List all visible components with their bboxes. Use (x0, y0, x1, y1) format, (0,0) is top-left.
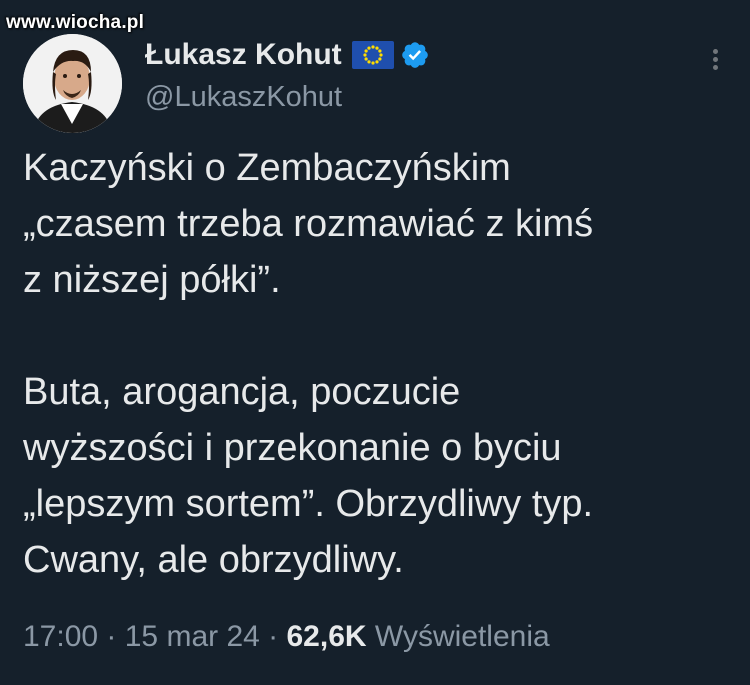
tweet-paragraph-1: Kaczyński o Zembaczyńskim „czasem trzeba… (23, 147, 594, 301)
views-label: Wyświetlenia (374, 620, 550, 653)
tweet-time[interactable]: 17:00 (23, 620, 98, 653)
tweet-paragraph-2: Buta, arogancja, poczucie wyższości i pr… (23, 371, 594, 581)
meta-separator: · (98, 620, 125, 653)
name-row: Łukasz Kohut (145, 38, 430, 72)
avatar-image (23, 34, 122, 133)
tweet-text: Kaczyński o Zembaczyńskim „czasem trzeba… (23, 140, 733, 588)
eu-flag-icon (351, 41, 394, 69)
tweet-date[interactable]: 15 mar 24 (125, 620, 260, 653)
author-name[interactable]: Łukasz Kohut (145, 38, 342, 72)
meta-separator: · (259, 620, 287, 653)
tweet-meta: 17:00 · 15 mar 24 · 62,6K Wyświetlenia (23, 620, 550, 654)
views-count[interactable]: 62,6K (287, 620, 367, 653)
tweet-header: Łukasz Kohut @LukaszKohut (23, 28, 730, 133)
author-handle[interactable]: @LukaszKohut (145, 81, 342, 114)
more-options-icon[interactable] (710, 46, 720, 76)
verified-badge-icon (401, 42, 428, 68)
avatar[interactable] (23, 34, 122, 133)
